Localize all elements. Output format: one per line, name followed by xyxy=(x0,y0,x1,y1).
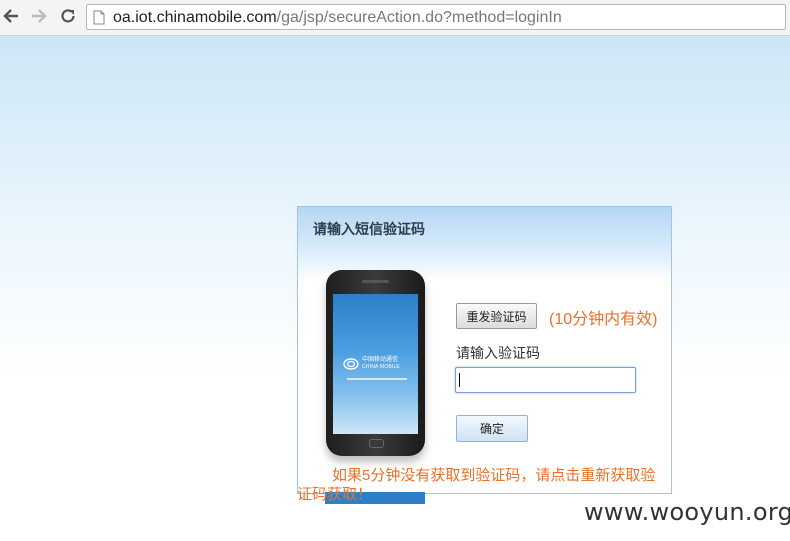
phone-speaker xyxy=(362,280,389,283)
confirm-button[interactable]: 确定 xyxy=(456,415,528,442)
browser-toolbar: oa.iot.chinamobile.com/ga/jsp/secureActi… xyxy=(0,0,790,36)
phone-screen: 中国移动通信 CHINA MOBILE xyxy=(333,294,418,434)
china-mobile-logo: 中国移动通信 CHINA MOBILE xyxy=(343,354,413,374)
back-button[interactable] xyxy=(0,5,22,27)
sms-verification-dialog: 请输入短信验证码 中国移动通信 CHINA MOBILE 重发验证码 (10分钟… xyxy=(297,206,672,494)
logo-text-cn: 中国移动通信 xyxy=(362,357,399,363)
dialog-title: 请输入短信验证码 xyxy=(313,221,425,237)
reload-button[interactable] xyxy=(57,5,79,27)
back-arrow-icon xyxy=(3,9,18,23)
verification-code-input[interactable] xyxy=(455,367,636,393)
url-host: oa.iot.chinamobile.com xyxy=(113,9,277,26)
phone-illustration: 中国移动通信 CHINA MOBILE xyxy=(326,270,425,456)
forward-button[interactable] xyxy=(28,5,50,27)
validity-text: (10分钟内有效) xyxy=(549,311,658,328)
text-caret xyxy=(459,373,460,387)
address-bar[interactable]: oa.iot.chinamobile.com/ga/jsp/secureActi… xyxy=(86,4,786,30)
china-mobile-logo-icon xyxy=(343,358,359,370)
logo-text-en: CHINA MOBILE xyxy=(362,364,400,370)
reload-icon xyxy=(61,9,75,23)
page-icon xyxy=(93,10,105,25)
url-text: oa.iot.chinamobile.com/ga/jsp/secureActi… xyxy=(113,9,562,27)
url-path: /ga/jsp/secureAction.do?method=loginIn xyxy=(276,9,562,26)
phone-home-button xyxy=(369,439,384,448)
phone-tagline-bar xyxy=(347,378,407,380)
watermark: www.wooyun.org xyxy=(584,498,790,526)
resend-code-button[interactable]: 重发验证码 xyxy=(456,303,537,329)
code-label: 请输入验证码 xyxy=(456,345,540,361)
forward-arrow-icon xyxy=(32,9,47,23)
